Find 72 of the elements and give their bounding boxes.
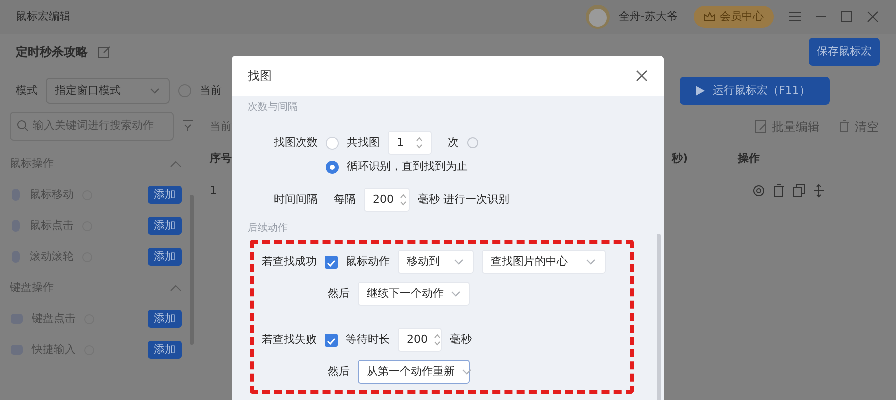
menu-icon[interactable]	[788, 10, 802, 24]
add-button[interactable]: 添加	[148, 216, 182, 236]
column-header: 序号	[210, 150, 232, 167]
checkbox-label: 鼠标动作	[346, 254, 390, 270]
add-button[interactable]: 添加	[148, 310, 182, 328]
chevron-icon	[453, 257, 465, 267]
crown-icon	[704, 11, 716, 23]
edit-icon[interactable]	[98, 45, 112, 59]
spinner-icon[interactable]	[416, 137, 423, 149]
close-icon[interactable]	[636, 70, 648, 82]
close-icon[interactable]	[866, 10, 880, 24]
trash-icon	[838, 120, 851, 134]
chevron-icon	[450, 289, 462, 299]
number-field[interactable]: 200	[398, 328, 442, 352]
spinner-icon[interactable]	[434, 334, 441, 346]
number-field[interactable]: 200	[364, 188, 410, 212]
unit-label: 毫秒	[450, 332, 472, 348]
play-icon	[696, 86, 705, 96]
search-icon	[17, 120, 29, 132]
mode-select[interactable]: 指定窗口模式	[46, 78, 170, 104]
column-header: 操作	[738, 150, 760, 167]
unit-label: 次	[448, 134, 459, 151]
dialog-title: 找图	[248, 68, 272, 85]
field-label: 然后	[328, 364, 350, 380]
current-window-label: 当前	[200, 82, 222, 99]
dropdown[interactable]: 移动到	[398, 250, 474, 274]
option-label: 循环识别，直到找到为止	[347, 158, 468, 175]
section-label: 后续动作	[248, 222, 289, 236]
field-label: 然后	[328, 286, 350, 302]
copy-icon[interactable]	[792, 184, 806, 198]
number-field[interactable]: 1	[388, 131, 432, 155]
checkbox[interactable]	[325, 334, 338, 346]
help-icon[interactable]	[467, 137, 479, 149]
chevron-icon	[149, 86, 161, 96]
window-title: 鼠标宏编辑	[16, 8, 71, 25]
field-label: 找图次数	[273, 134, 318, 151]
save-button[interactable]: 保存鼠标宏	[809, 38, 880, 66]
radio-button[interactable]	[326, 160, 339, 174]
trash-icon[interactable]	[772, 184, 786, 198]
chevron-icon	[585, 257, 597, 267]
checkbox-label: 等待时长	[346, 332, 390, 348]
macro-name: 定时秒杀攻略	[16, 44, 88, 61]
filter-icon[interactable]	[182, 120, 194, 132]
avatar-icon	[585, 4, 612, 30]
field-suffix: 毫秒 进行一次识别	[418, 192, 510, 208]
field-prefix: 每隔	[334, 192, 356, 208]
move-icon[interactable]	[812, 184, 826, 198]
add-button[interactable]: 添加	[148, 186, 182, 204]
batch-edit-icon	[755, 120, 768, 134]
field-label: 时间间隔	[273, 192, 318, 208]
option-label: 共找图	[347, 134, 380, 151]
add-button[interactable]: 添加	[148, 248, 182, 266]
dropdown[interactable]: 从第一个动作重新	[358, 360, 470, 384]
mode-label: 模式	[16, 82, 38, 99]
collapse-icon[interactable]	[170, 284, 182, 292]
column-header: 秒)	[672, 150, 688, 167]
run-button[interactable]: 运行鼠标宏（F11）	[680, 77, 830, 105]
field-label: 若查找失败	[262, 332, 317, 348]
add-button[interactable]: 添加	[148, 340, 182, 360]
field-label: 若查找成功	[262, 254, 317, 270]
collapse-icon[interactable]	[170, 160, 182, 168]
member-button[interactable]: 会员中心	[694, 6, 774, 28]
section-label: 次数与间隔	[248, 100, 299, 115]
dropdown[interactable]: 继续下一个动作	[358, 282, 470, 306]
settings-icon[interactable]	[752, 184, 766, 198]
dropdown[interactable]: 查找图片的中心	[482, 250, 606, 274]
row-index: 1	[210, 182, 217, 199]
chevron-icon	[461, 367, 473, 377]
user-name: 全舟-苏大爷	[619, 8, 678, 25]
maximize-icon[interactable]	[840, 10, 854, 24]
checkbox[interactable]	[325, 256, 338, 268]
spinner-icon[interactable]	[400, 194, 407, 206]
